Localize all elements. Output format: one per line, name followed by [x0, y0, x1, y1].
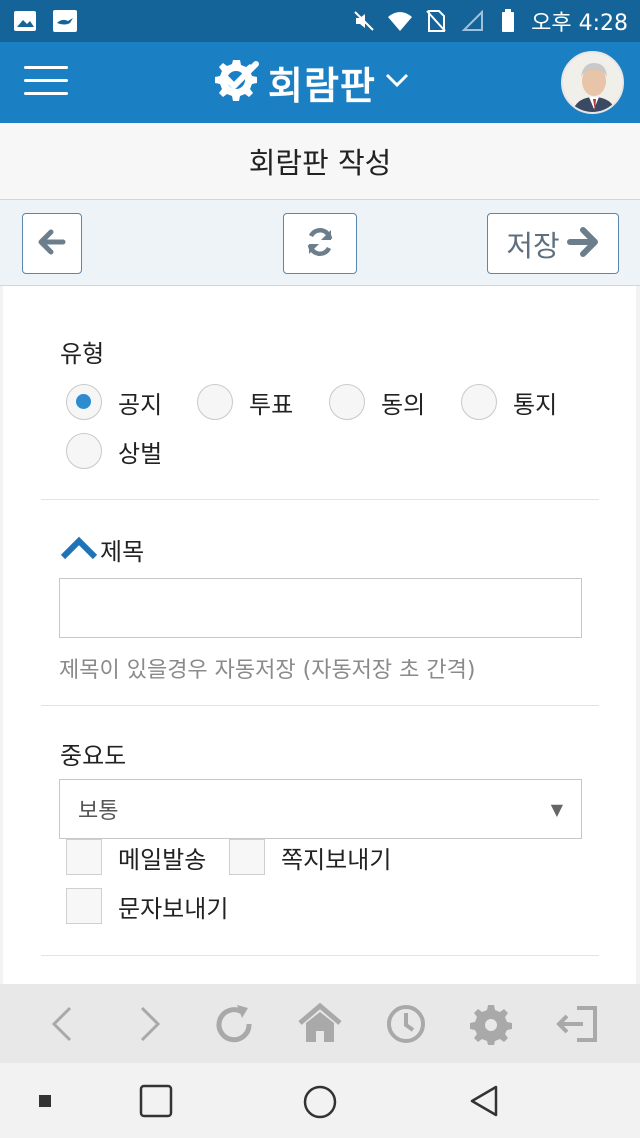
no-sim-icon: [423, 9, 449, 33]
system-nav-bar: [0, 1063, 640, 1138]
checkbox-label: 문자보내기: [118, 894, 229, 923]
page-header: 회람판 작성: [0, 123, 640, 200]
radio-option-agree[interactable]: 동의: [329, 384, 425, 420]
page-title: 회람판 작성: [248, 146, 392, 180]
radio-option-notice[interactable]: 공지: [66, 384, 162, 420]
lamp-icon: [52, 9, 78, 33]
subject-hint: 제목이 있을경우 자동저장 (자동저장 초 간격): [59, 658, 476, 683]
checkbox[interactable]: [229, 839, 265, 875]
checkbox-mail[interactable]: 메일발송: [66, 839, 206, 875]
radio-button[interactable]: [461, 384, 497, 420]
radio-label: 동의: [381, 390, 426, 419]
divider: [41, 499, 599, 500]
app-title: 회람판: [268, 63, 376, 108]
reload-icon[interactable]: [208, 998, 260, 1050]
history-icon[interactable]: [380, 998, 432, 1050]
gear-check-icon: [212, 56, 260, 108]
radio-option-reward[interactable]: 상벌: [66, 433, 162, 469]
arrow-left-icon: [38, 229, 66, 259]
action-toolbar: 저장: [0, 200, 640, 286]
subject-input[interactable]: [59, 578, 582, 638]
chevron-down-icon: [384, 71, 410, 93]
app-title-dropdown[interactable]: 회람판: [212, 54, 410, 110]
radio-label: 통지: [513, 390, 558, 419]
user-avatar[interactable]: [561, 51, 624, 114]
recents-icon[interactable]: [138, 1083, 174, 1119]
subject-label: 제목: [100, 538, 145, 566]
browser-nav-bar: [0, 984, 640, 1063]
subject-header[interactable]: 제목: [60, 532, 144, 567]
logout-icon[interactable]: [551, 998, 603, 1050]
home-circle-icon[interactable]: [301, 1083, 339, 1121]
refresh-button[interactable]: [283, 213, 357, 274]
hamburger-icon[interactable]: [24, 66, 68, 98]
battery-icon: [495, 9, 521, 33]
checkbox[interactable]: [66, 888, 102, 924]
signal-icon: [459, 9, 485, 33]
checkbox-label: 쪽지보내기: [281, 845, 392, 874]
radio-button[interactable]: [329, 384, 365, 420]
caret-down-icon: ▼: [550, 799, 563, 819]
image-icon: [12, 9, 38, 33]
app-bar: 회람판: [0, 42, 640, 123]
checkbox-label: 메일발송: [118, 845, 207, 874]
status-time: 오후 4:28: [531, 11, 628, 36]
radio-label: 상벌: [118, 439, 163, 468]
checkbox-message[interactable]: 쪽지보내기: [229, 839, 391, 875]
refresh-icon: [304, 226, 336, 262]
type-label: 유형: [60, 340, 105, 368]
radio-option-notify[interactable]: 통지: [461, 384, 557, 420]
checkbox-sms[interactable]: 문자보내기: [66, 888, 228, 924]
checkbox[interactable]: [66, 839, 102, 875]
mute-icon: [351, 9, 377, 33]
wifi-icon: [387, 9, 413, 33]
divider: [41, 955, 599, 956]
divider: [41, 705, 599, 706]
radio-label: 투표: [249, 390, 294, 419]
arrow-right-icon: [566, 226, 600, 262]
importance-value: 보통: [78, 799, 119, 824]
form-panel: 유형 공지 투표 동의 통지 상벌 제목 제목이 있을경우 자동저장 (자동저장…: [3, 286, 636, 984]
radio-button[interactable]: [66, 433, 102, 469]
status-bar: 오후 4:28: [0, 0, 640, 42]
back-icon[interactable]: [37, 998, 89, 1050]
home-icon[interactable]: [294, 998, 346, 1050]
save-button[interactable]: 저장: [487, 213, 619, 274]
radio-button[interactable]: [66, 384, 102, 420]
chevron-up-icon[interactable]: [60, 535, 98, 565]
importance-select[interactable]: 보통 ▼: [59, 779, 582, 839]
radio-label: 공지: [118, 390, 163, 419]
back-triangle-icon[interactable]: [466, 1083, 502, 1119]
importance-label: 중요도: [60, 742, 127, 770]
forward-icon[interactable]: [123, 998, 175, 1050]
radio-option-vote[interactable]: 투표: [197, 384, 293, 420]
save-label: 저장: [506, 228, 560, 263]
settings-icon[interactable]: [465, 998, 517, 1050]
dot-icon[interactable]: [38, 1094, 52, 1108]
radio-button[interactable]: [197, 384, 233, 420]
back-button[interactable]: [22, 213, 82, 274]
